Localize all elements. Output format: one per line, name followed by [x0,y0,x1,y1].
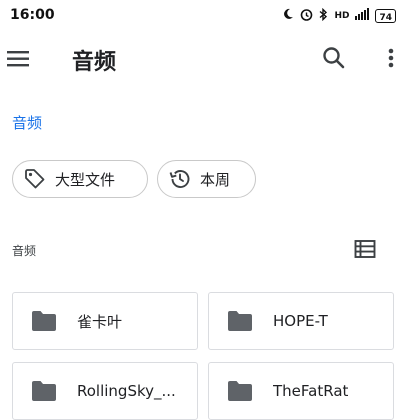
tag-icon [23,167,47,191]
folder-icon [31,310,57,332]
moon-icon [282,8,294,24]
folder-icon [227,310,253,332]
more-vert-icon[interactable] [381,44,401,72]
search-icon[interactable] [320,44,348,72]
page-title: 音频 [72,50,117,75]
signal-icon [355,8,370,24]
breadcrumb[interactable]: 音频 [12,112,42,133]
folder-icon [31,380,57,402]
app-bar: 音频 [0,32,418,88]
list-view-icon[interactable] [353,237,377,261]
chip-this-week[interactable]: 本周 [157,160,256,198]
folder-icon [227,380,253,402]
folder-card[interactable]: HOPE-T [208,292,394,350]
status-time: 16:00 [10,7,55,23]
folder-name: TheFatRat [273,382,349,400]
folder-card[interactable]: 雀卡叶 [12,292,198,350]
hd-icon: HD [334,11,350,21]
folder-card[interactable]: RollingSky_... [12,362,198,420]
chip-large-files[interactable]: 大型文件 [12,160,148,198]
battery-icon: 74 [375,9,396,23]
history-icon [168,167,192,191]
folder-name: 雀卡叶 [77,312,123,331]
chip-label: 大型文件 [55,170,116,189]
alarm-icon [300,8,313,25]
folder-name: HOPE-T [273,312,328,330]
folder-card[interactable]: TheFatRat [208,362,394,420]
chip-label: 本周 [200,170,231,189]
menu-icon[interactable] [6,46,32,72]
folder-name: RollingSky_... [77,382,176,400]
status-bar: 16:00 HD 74 [0,0,418,32]
section-label: 音频 [12,244,37,258]
bluetooth-icon [319,7,328,25]
status-icons: HD 74 [282,7,396,25]
